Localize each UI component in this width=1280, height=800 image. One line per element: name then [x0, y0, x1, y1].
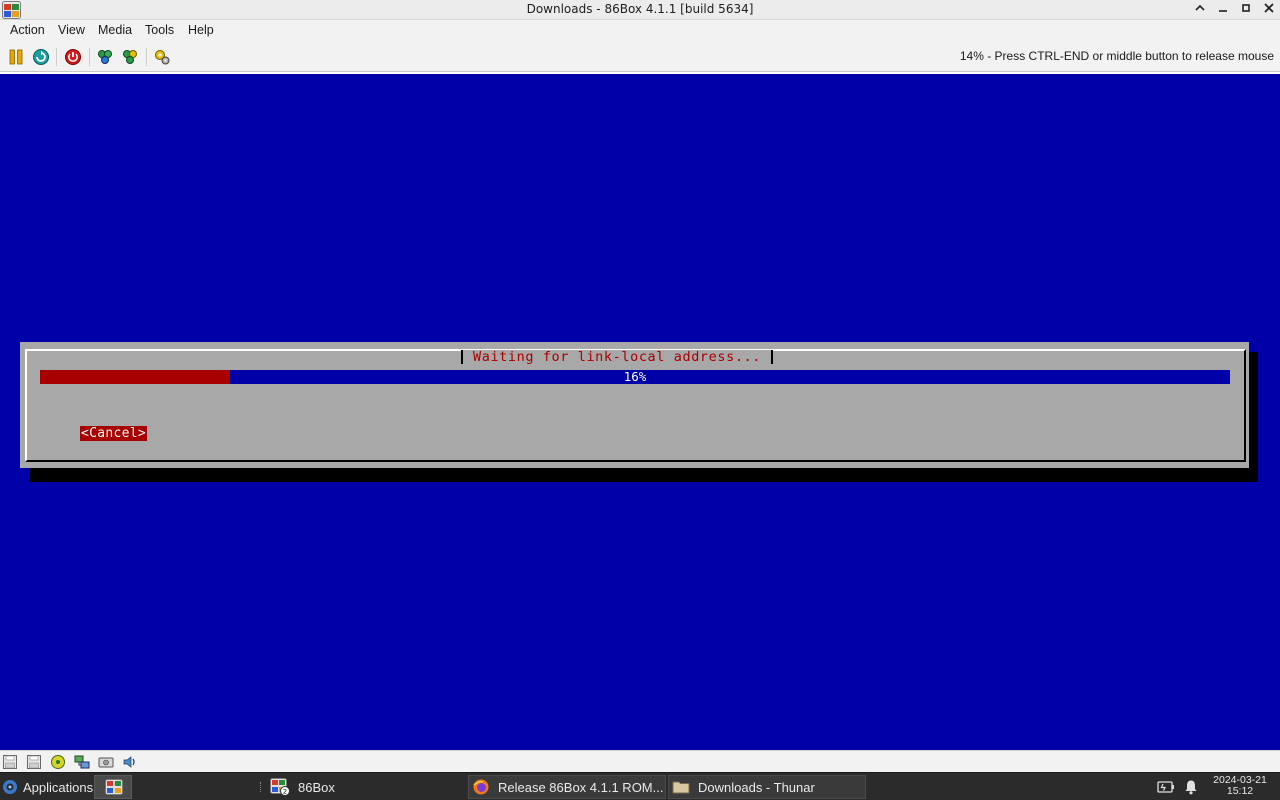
taskbar: Applications 2 86Box Release 86Box 4.1.1…: [0, 772, 1280, 800]
ctrl-alt-esc-icon[interactable]: [121, 48, 139, 66]
window-title: Downloads - 86Box 4.1.1 [build 5634]: [526, 2, 754, 16]
toolbar-separator: [56, 48, 57, 66]
close-icon[interactable]: [1260, 2, 1278, 18]
taskbar-task-firefox[interactable]: Release 86Box 4.1.1 ROM...: [468, 775, 666, 799]
maximize-icon[interactable]: [1237, 2, 1255, 18]
86box-task-icon: 2: [270, 778, 290, 796]
taskbar-task-label: Release 86Box 4.1.1 ROM...: [498, 779, 664, 795]
dialog-frame: Waiting for link-local address...: [25, 349, 1246, 462]
power-icon[interactable]: [64, 48, 82, 66]
dialog-title: Waiting for link-local address...: [473, 349, 762, 365]
firefox-icon: [473, 779, 489, 795]
taskbar-task-thunar[interactable]: Downloads - Thunar: [668, 775, 866, 799]
maximize-up-icon[interactable]: [1191, 2, 1209, 18]
network-icon[interactable]: [74, 754, 90, 770]
menu-help-label: Help: [188, 23, 214, 37]
progress-dialog: Waiting for link-local address...: [20, 342, 1249, 468]
applications-menu-icon: [3, 780, 17, 794]
progress-bar: 16%: [40, 370, 1230, 384]
86box-launcher-icon: [105, 779, 123, 795]
window-titlebar[interactable]: Downloads - 86Box 4.1.1 [build 5634]: [0, 0, 1280, 20]
menubar: Action View Media Tools Help: [0, 20, 1280, 41]
mouse-capture-status: 14% - Press CTRL-END or middle button to…: [959, 49, 1274, 63]
progress-percent-label: 16%: [623, 369, 647, 384]
toolbar-separator: [89, 48, 90, 66]
reset-icon[interactable]: [32, 48, 50, 66]
menu-tools[interactable]: Tools: [145, 23, 174, 37]
pause-icon[interactable]: [7, 48, 25, 66]
menu-media[interactable]: Media: [98, 23, 132, 37]
clock-time: 15:12: [1226, 785, 1254, 797]
clock[interactable]: 2024-03-21 15:12: [1210, 775, 1270, 797]
applications-label: Applications: [23, 779, 94, 795]
menu-view[interactable]: View: [58, 23, 85, 37]
settings-icon[interactable]: [153, 48, 171, 66]
statusbar: [0, 750, 1280, 772]
86box-launcher[interactable]: [94, 775, 132, 799]
ctrl-alt-del-icon[interactable]: [96, 48, 114, 66]
cdrom-icon[interactable]: [50, 754, 66, 770]
cancel-button[interactable]: <Cancel>: [80, 426, 148, 441]
menu-media-label: Media: [98, 23, 133, 37]
sound-icon[interactable]: [122, 754, 138, 770]
applications-menu-button[interactable]: Applications: [2, 775, 93, 799]
floppy-b-icon[interactable]: [26, 754, 42, 770]
taskbar-task-86box[interactable]: 2 86Box: [268, 775, 464, 799]
notification-bell-icon[interactable]: [1184, 779, 1198, 795]
menu-view-label: View: [58, 23, 85, 37]
menu-action[interactable]: Action: [10, 23, 45, 37]
menu-help[interactable]: Help: [188, 23, 214, 37]
minimize-icon[interactable]: [1214, 2, 1232, 18]
floppy-a-icon[interactable]: [2, 754, 18, 770]
menu-tools-label: Tools: [145, 23, 175, 37]
dialog-title-box: Waiting for link-local address...: [461, 349, 774, 365]
hdd-icon[interactable]: [98, 754, 114, 770]
folder-icon: [672, 781, 690, 794]
menu-action-label: Action: [10, 23, 45, 37]
toolbar-separator: [146, 48, 147, 66]
toolbar: 14% - Press CTRL-END or middle button to…: [0, 41, 1280, 72]
taskbar-separator: [260, 782, 262, 792]
svg-text:2: 2: [283, 788, 287, 796]
taskbar-task-label: Downloads - Thunar: [698, 779, 815, 795]
desktop: Downloads - 86Box 4.1.1 [build 5634] Act…: [0, 0, 1280, 800]
taskbar-task-label: 86Box: [298, 779, 335, 795]
battery-icon[interactable]: [1157, 780, 1175, 794]
